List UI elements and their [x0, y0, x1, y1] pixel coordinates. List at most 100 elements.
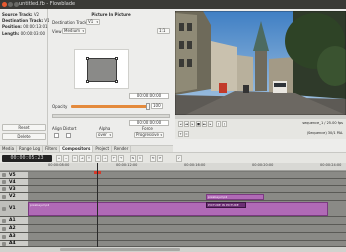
playhead[interactable] [97, 163, 98, 252]
track-v2[interactable]: pixabay.mp4 [28, 193, 346, 201]
distort-checkbox[interactable] [66, 133, 71, 138]
view-select[interactable]: Medium ▾ [62, 28, 86, 34]
window-titlebar: untitled.fb - Flowblade [0, 0, 346, 9]
play-icon[interactable]: ▸ [190, 121, 195, 127]
street-scene-image [175, 11, 346, 115]
keyframe-track[interactable] [52, 114, 170, 118]
append-icon[interactable]: ⇢ [102, 155, 108, 162]
track-name: V4 [9, 180, 16, 185]
track-a2[interactable] [28, 225, 346, 233]
clip-v1[interactable]: pixabay.mp4 [28, 202, 328, 216]
track-v1[interactable]: pixabay.mp4 [28, 201, 346, 217]
view-value: Medium [64, 28, 80, 33]
position-label: Position: [2, 24, 22, 29]
opacity-value[interactable]: 100 [151, 103, 163, 109]
lift-icon[interactable]: ↑ [86, 155, 92, 162]
opacity-slider[interactable] [71, 105, 149, 108]
lock-icon[interactable] [2, 180, 6, 184]
sync-icon[interactable]: ⇆ [130, 155, 136, 162]
opacity-slider-knob[interactable] [146, 103, 150, 110]
align-checkbox[interactable] [54, 133, 59, 138]
resize-handle[interactable] [115, 57, 118, 60]
sequence-label: sequence_1 / 25.00 fps [302, 121, 343, 125]
lock-icon[interactable] [2, 187, 6, 191]
lock-icon[interactable] [2, 227, 6, 231]
audio-icon[interactable]: ♪ [176, 155, 182, 162]
geometry-editor-canvas[interactable] [74, 49, 129, 89]
splice-out-icon[interactable]: ⇥ [79, 155, 85, 162]
force-select[interactable]: Progressive ▾ [134, 132, 164, 138]
track-head-v1[interactable]: V1 [0, 201, 28, 217]
position-value: 00:00:13:01 [23, 24, 48, 29]
track-v5[interactable] [28, 172, 346, 179]
track-head-a2[interactable]: A2 [0, 225, 28, 233]
monitor-controls-secondary: T C (Sequence) 30/1 PAL [175, 129, 346, 139]
zoom-out-icon[interactable]: − [63, 155, 69, 162]
compositor-bar[interactable]: PICTURE IN PICTURE [206, 202, 246, 208]
lock-icon[interactable] [2, 219, 6, 223]
video-monitor: ◂ ◂◂ ▸ ■ ▸▸ ▸ [ ] sequence_1 / 25.00 fps… [175, 11, 346, 139]
track-resync-icon[interactable]: ⟳ [157, 155, 163, 162]
resize-handle[interactable] [115, 80, 118, 83]
cut-icon[interactable]: ✂ [72, 155, 78, 162]
pip-geometry-box[interactable] [86, 57, 118, 83]
mark-out-icon[interactable]: ] [222, 121, 227, 127]
split-icon[interactable]: ⇳ [137, 155, 143, 162]
align-label: Align [52, 126, 63, 131]
timeline-ruler[interactable]: 00:00:08:00 00:00:12:00 00:00:16:00 00:0… [28, 163, 346, 171]
track-head-v4[interactable]: V4 [0, 179, 28, 186]
lock-icon[interactable] [2, 242, 6, 246]
track-head-a3[interactable]: A3 [0, 233, 28, 241]
track-head-v5[interactable]: V5 [0, 172, 28, 179]
close-icon[interactable] [2, 2, 7, 7]
zoom-select[interactable]: 1:1 [157, 28, 170, 34]
redo-icon[interactable]: ↷ [118, 155, 124, 162]
clip-view-icon[interactable]: C [184, 131, 189, 137]
next-frame-icon[interactable]: ▸ [208, 121, 213, 127]
mark-in-icon[interactable]: [ [216, 121, 221, 127]
track-head-a1[interactable]: A1 [0, 217, 28, 225]
track-name: V1 [9, 206, 16, 211]
timeline-view-icon[interactable]: T [178, 131, 183, 137]
undo-icon[interactable]: ↶ [111, 155, 117, 162]
rewind-icon[interactable]: ◂◂ [184, 121, 189, 127]
resize-handle[interactable] [86, 57, 89, 60]
force-value: Progressive [136, 132, 160, 137]
prev-frame-icon[interactable]: ◂ [178, 121, 183, 127]
insert-icon[interactable]: ↓ [95, 155, 101, 162]
monitor-controls: ◂ ◂◂ ▸ ■ ▸▸ ▸ [ ] sequence_1 / 25.00 fps [175, 119, 346, 129]
stop-icon[interactable]: ■ [196, 121, 201, 127]
minimize-icon[interactable] [8, 2, 13, 7]
upper-area: Source Track: V2 Destination Track: V1 P… [0, 9, 346, 152]
comp-dest-track-label: Destination Track: [52, 20, 89, 25]
forward-icon[interactable]: ▸▸ [202, 121, 207, 127]
reset-button[interactable]: Reset [2, 124, 46, 131]
ruler-label: 00:00:16:00 [184, 163, 206, 167]
resize-handle[interactable] [86, 80, 89, 83]
lock-icon[interactable] [2, 235, 6, 239]
length-value: 00:00:03:00 [20, 31, 46, 36]
lock-icon[interactable] [2, 173, 6, 177]
track-v3[interactable] [28, 186, 346, 193]
clip-v2[interactable]: pixabay.mp4 [206, 194, 264, 200]
keyframe-timecode-top[interactable]: 00:00:00:00 [129, 93, 169, 99]
track-head-v3[interactable]: V3 [0, 186, 28, 193]
track-v4[interactable] [28, 179, 346, 186]
track-a1[interactable] [28, 217, 346, 225]
comp-dest-track-select[interactable]: V1 ▾ [86, 19, 100, 25]
resync-icon[interactable]: ⟲ [150, 155, 156, 162]
alpha-select[interactable]: over ▾ [96, 132, 113, 138]
scrollbar-thumb[interactable] [60, 248, 180, 251]
track-a3[interactable] [28, 233, 346, 241]
panel-tabs: Media Range Log Filters Compositors Proj… [0, 145, 173, 152]
track-name: A3 [9, 234, 16, 239]
timeline-scrollbar[interactable] [0, 247, 346, 252]
position-row: Position: 00:00:13:01 [2, 24, 48, 29]
track-head-v2[interactable]: V2 [0, 193, 28, 201]
window-controls [2, 2, 19, 7]
lock-icon[interactable] [2, 207, 6, 211]
track-name: V3 [9, 187, 16, 192]
zoom-in-icon[interactable]: + [56, 155, 62, 162]
delete-button[interactable]: Delete [2, 133, 46, 140]
lock-icon[interactable] [2, 195, 6, 199]
